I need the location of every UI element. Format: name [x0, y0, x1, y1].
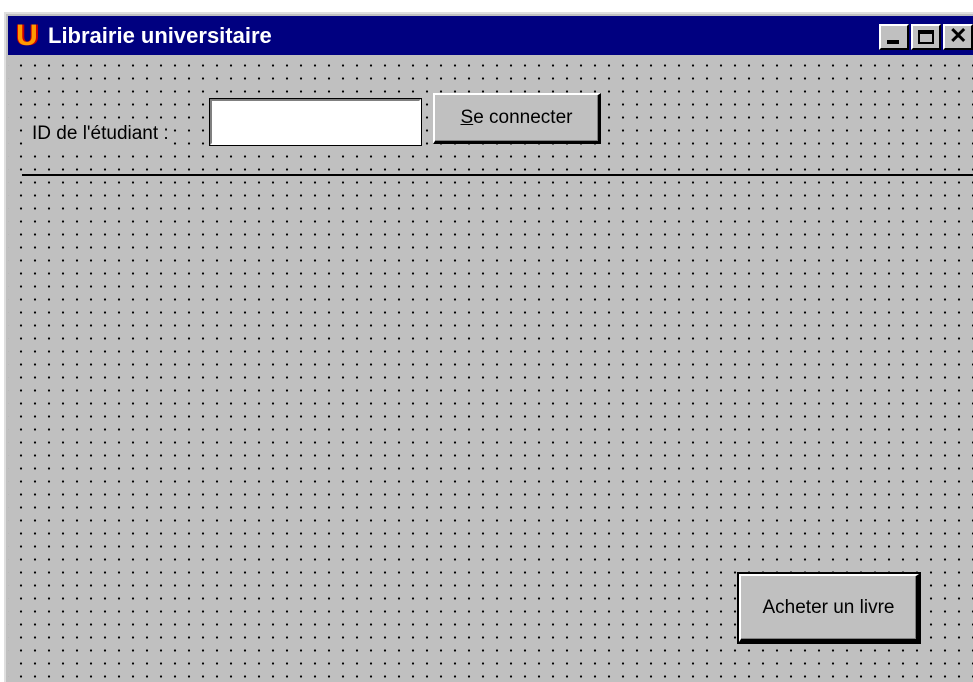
close-icon: ✕ [949, 23, 968, 48]
student-id-input[interactable] [209, 98, 422, 146]
minimize-button[interactable] [879, 24, 909, 50]
app-u-icon[interactable]: U [14, 21, 40, 51]
maximize-icon [918, 30, 934, 44]
maximize-button[interactable] [911, 24, 941, 50]
close-button[interactable]: ✕ [943, 24, 973, 50]
window-title: Librairie universitaire [48, 23, 272, 48]
buy-book-button[interactable]: Acheter un livre [737, 572, 921, 644]
form-client-area: ID de l'étudiant : Se connecter Acheter … [8, 55, 973, 682]
app-window: U Librairie universitaire ✕ ID de l'étud… [4, 12, 973, 682]
connect-button-mnemonic: S [460, 107, 474, 128]
window-controls: ✕ [877, 24, 973, 50]
minimize-icon [887, 40, 899, 44]
title-bar[interactable]: U Librairie universitaire ✕ [8, 16, 973, 55]
horizontal-separator [22, 174, 973, 176]
connect-button[interactable]: Se connecter [433, 93, 601, 144]
connect-button-label: e connecter [473, 107, 573, 128]
student-id-label: ID de l'étudiant : [28, 121, 173, 147]
